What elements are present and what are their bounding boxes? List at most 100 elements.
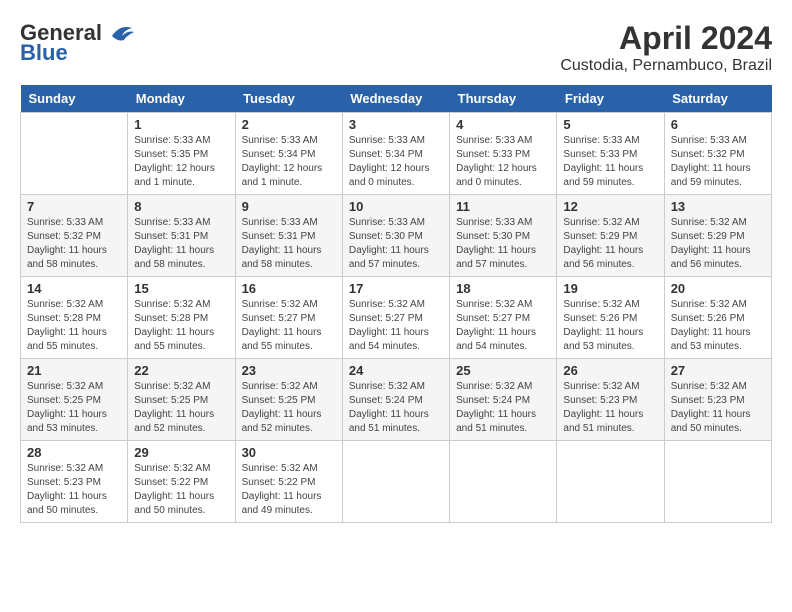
calendar-cell [664,441,771,523]
calendar-cell: 30Sunrise: 5:32 AM Sunset: 5:22 PM Dayli… [235,441,342,523]
day-info: Sunrise: 5:33 AM Sunset: 5:34 PM Dayligh… [242,134,336,190]
day-number: 29 [134,445,228,460]
calendar-cell: 24 Sunrise: 5:32 AM Sunset: 5:24 PM Dayli… [342,359,449,441]
day-info: Sunrise: 5:33 AM Sunset: 5:30 PM Dayligh… [349,216,443,272]
day-number: 19 [563,281,657,296]
page-header: General Blue April 2024 Custodia, Pernam… [20,20,772,75]
week-row-5: 28 Sunrise: 5:32 AM Sunset: 5:23 PM Dayli… [21,441,772,523]
week-row-4: 21Sunrise: 5:32 AM Sunset: 5:25 PM Dayli… [21,359,772,441]
day-info: Sunrise: 5:32 AM Sunset: 5:27 PM Dayligh… [456,298,550,354]
week-row-3: 14 Sunrise: 5:32 AM Sunset: 5:28 PM Dayli… [21,277,772,359]
calendar-cell: 13 Sunrise: 5:32 AM Sunset: 5:29 PM Dayli… [664,195,771,277]
day-number: 22 [134,363,228,378]
location: Custodia, Pernambuco, Brazil [560,57,772,75]
day-number: 5 [563,117,657,132]
day-number: 8 [134,199,228,214]
logo-bird-icon [104,22,136,44]
calendar-cell: 1 Sunrise: 5:33 AM Sunset: 5:35 PM Daylig… [128,113,235,195]
header-sunday: Sunday [21,85,128,113]
day-info: Sunrise: 5:32 AM Sunset: 5:27 PM Dayligh… [349,298,443,354]
day-info: Sunrise: 5:33 AM Sunset: 5:33 PM Dayligh… [456,134,550,190]
calendar-cell: 23 Sunrise: 5:32 AM Sunset: 5:25 PM Dayli… [235,359,342,441]
calendar-cell: 20 Sunrise: 5:32 AM Sunset: 5:26 PM Dayli… [664,277,771,359]
calendar-cell: 18Sunrise: 5:32 AM Sunset: 5:27 PM Dayli… [450,277,557,359]
calendar-cell: 29 Sunrise: 5:32 AM Sunset: 5:22 PM Dayli… [128,441,235,523]
calendar-cell: 22 Sunrise: 5:32 AM Sunset: 5:25 PM Dayli… [128,359,235,441]
calendar-cell [450,441,557,523]
day-number: 9 [242,199,336,214]
logo: General Blue [20,20,136,66]
day-info: Sunrise: 5:32 AM Sunset: 5:25 PM Dayligh… [27,380,121,436]
calendar-cell: 14Sunrise: 5:32 AM Sunset: 5:28 PM Dayli… [21,277,128,359]
day-info: Sunrise: 5:33 AM Sunset: 5:30 PM Dayligh… [456,216,550,272]
header-friday: Friday [557,85,664,113]
day-info: Sunrise: 5:33 AM Sunset: 5:31 PM Dayligh… [134,216,228,272]
calendar-cell: 6 Sunrise: 5:33 AM Sunset: 5:32 PM Daylig… [664,113,771,195]
day-info: Sunrise: 5:32 AM Sunset: 5:28 PM Dayligh… [134,298,228,354]
logo-blue-text: Blue [20,40,68,66]
month-year: April 2024 [560,20,772,57]
calendar-cell: 4 Sunrise: 5:33 AM Sunset: 5:33 PM Daylig… [450,113,557,195]
calendar-cell: 8 Sunrise: 5:33 AM Sunset: 5:31 PM Daylig… [128,195,235,277]
week-row-1: 1 Sunrise: 5:33 AM Sunset: 5:35 PM Daylig… [21,113,772,195]
day-info: Sunrise: 5:32 AM Sunset: 5:22 PM Dayligh… [134,462,228,518]
day-number: 13 [671,199,765,214]
day-number: 15 [134,281,228,296]
calendar-cell: 3Sunrise: 5:33 AM Sunset: 5:34 PM Daylig… [342,113,449,195]
calendar-cell: 12 Sunrise: 5:32 AM Sunset: 5:29 PM Dayli… [557,195,664,277]
day-number: 26 [563,363,657,378]
day-number: 1 [134,117,228,132]
calendar-cell: 25 Sunrise: 5:32 AM Sunset: 5:24 PM Dayli… [450,359,557,441]
calendar-cell: 5 Sunrise: 5:33 AM Sunset: 5:33 PM Daylig… [557,113,664,195]
day-number: 24 [349,363,443,378]
day-number: 23 [242,363,336,378]
day-info: Sunrise: 5:32 AM Sunset: 5:26 PM Dayligh… [563,298,657,354]
calendar-cell: 17 Sunrise: 5:32 AM Sunset: 5:27 PM Dayli… [342,277,449,359]
calendar-cell: 11 Sunrise: 5:33 AM Sunset: 5:30 PM Dayli… [450,195,557,277]
day-number: 30 [242,445,336,460]
day-number: 4 [456,117,550,132]
day-info: Sunrise: 5:32 AM Sunset: 5:24 PM Dayligh… [349,380,443,436]
calendar-cell: 26 Sunrise: 5:32 AM Sunset: 5:23 PM Dayli… [557,359,664,441]
day-info: Sunrise: 5:32 AM Sunset: 5:23 PM Dayligh… [563,380,657,436]
day-info: Sunrise: 5:32 AM Sunset: 5:26 PM Dayligh… [671,298,765,354]
day-info: Sunrise: 5:32 AM Sunset: 5:25 PM Dayligh… [242,380,336,436]
day-info: Sunrise: 5:33 AM Sunset: 5:33 PM Dayligh… [563,134,657,190]
day-number: 28 [27,445,121,460]
day-number: 11 [456,199,550,214]
day-number: 12 [563,199,657,214]
day-number: 14 [27,281,121,296]
day-info: Sunrise: 5:32 AM Sunset: 5:23 PM Dayligh… [671,380,765,436]
calendar-table: SundayMondayTuesdayWednesdayThursdayFrid… [20,85,772,523]
day-number: 20 [671,281,765,296]
day-info: Sunrise: 5:33 AM Sunset: 5:34 PM Dayligh… [349,134,443,190]
day-info: Sunrise: 5:32 AM Sunset: 5:23 PM Dayligh… [27,462,121,518]
calendar-cell: 10Sunrise: 5:33 AM Sunset: 5:30 PM Dayli… [342,195,449,277]
calendar-cell [342,441,449,523]
day-info: Sunrise: 5:32 AM Sunset: 5:27 PM Dayligh… [242,298,336,354]
day-number: 17 [349,281,443,296]
day-number: 2 [242,117,336,132]
calendar-cell: 27Sunrise: 5:32 AM Sunset: 5:23 PM Dayli… [664,359,771,441]
day-info: Sunrise: 5:32 AM Sunset: 5:29 PM Dayligh… [563,216,657,272]
day-info: Sunrise: 5:32 AM Sunset: 5:29 PM Dayligh… [671,216,765,272]
day-info: Sunrise: 5:33 AM Sunset: 5:35 PM Dayligh… [134,134,228,190]
calendar-cell: 19 Sunrise: 5:32 AM Sunset: 5:26 PM Dayli… [557,277,664,359]
day-info: Sunrise: 5:32 AM Sunset: 5:24 PM Dayligh… [456,380,550,436]
header-saturday: Saturday [664,85,771,113]
day-info: Sunrise: 5:33 AM Sunset: 5:31 PM Dayligh… [242,216,336,272]
day-number: 25 [456,363,550,378]
day-info: Sunrise: 5:32 AM Sunset: 5:25 PM Dayligh… [134,380,228,436]
day-number: 6 [671,117,765,132]
day-info: Sunrise: 5:33 AM Sunset: 5:32 PM Dayligh… [671,134,765,190]
header-tuesday: Tuesday [235,85,342,113]
calendar-cell: 9 Sunrise: 5:33 AM Sunset: 5:31 PM Daylig… [235,195,342,277]
day-info: Sunrise: 5:33 AM Sunset: 5:32 PM Dayligh… [27,216,121,272]
calendar-cell: 7Sunrise: 5:33 AM Sunset: 5:32 PM Daylig… [21,195,128,277]
week-row-2: 7Sunrise: 5:33 AM Sunset: 5:32 PM Daylig… [21,195,772,277]
calendar-cell: 21Sunrise: 5:32 AM Sunset: 5:25 PM Dayli… [21,359,128,441]
calendar-cell: 2 Sunrise: 5:33 AM Sunset: 5:34 PM Daylig… [235,113,342,195]
title-area: April 2024 Custodia, Pernambuco, Brazil [560,20,772,75]
calendar-cell: 15 Sunrise: 5:32 AM Sunset: 5:28 PM Dayli… [128,277,235,359]
header-thursday: Thursday [450,85,557,113]
